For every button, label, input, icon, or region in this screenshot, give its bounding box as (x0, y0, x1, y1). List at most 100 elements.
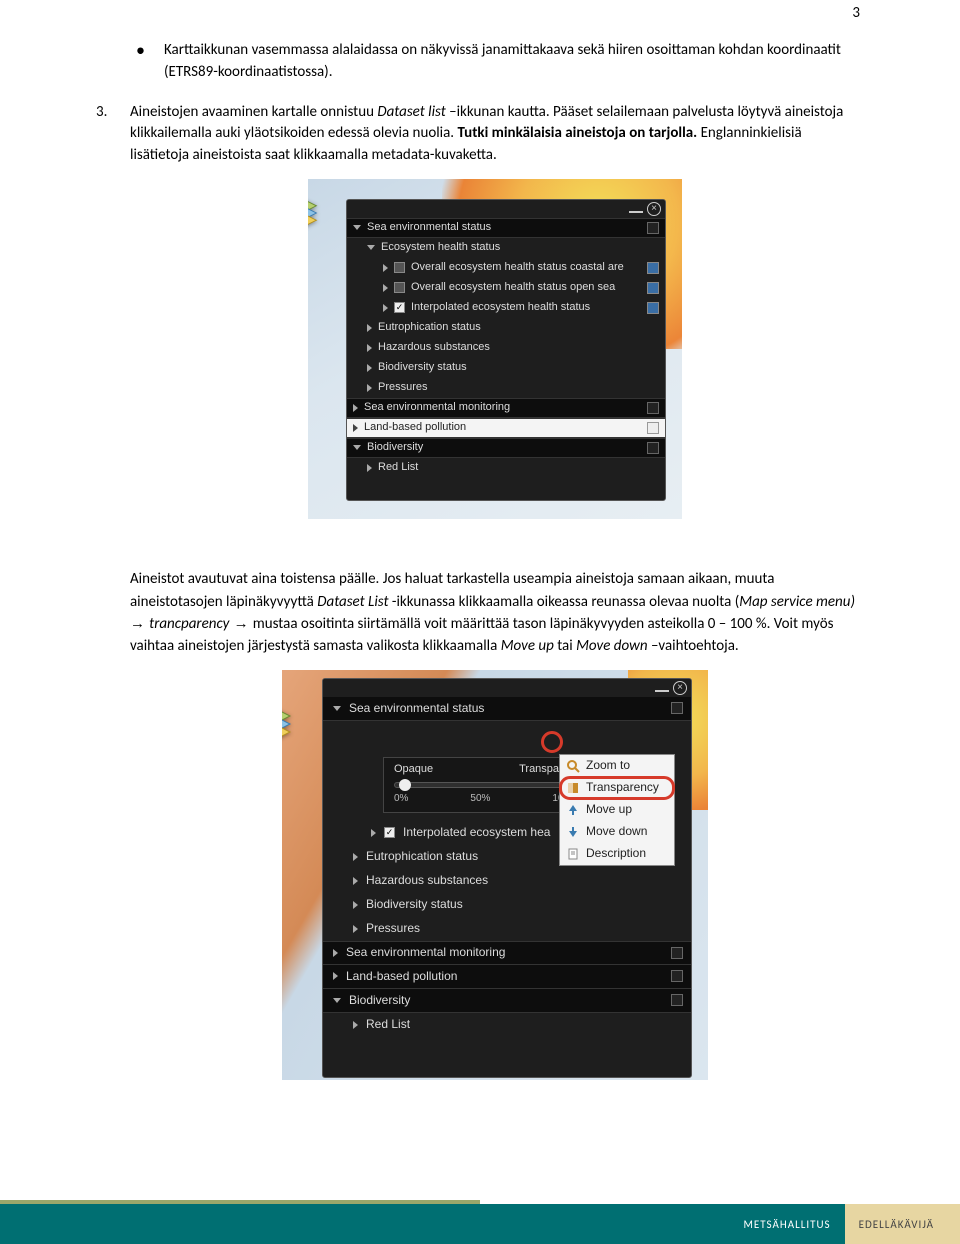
subcat-biodiv-status[interactable]: Biodiversity status (323, 893, 691, 917)
dataset-list-panel-2[interactable]: × Sea environmental status Interpolated … (322, 678, 692, 1078)
layer-open-sea[interactable]: Overall ecosystem health status open sea (347, 278, 665, 298)
bullet-text: Karttaikkunan vasemmassa alalaidassa on … (164, 40, 860, 84)
menu-icon[interactable] (647, 442, 659, 454)
menu-icon[interactable] (671, 702, 683, 714)
expand-icon[interactable] (333, 949, 338, 957)
slider-end-labels: Opaque Transparent (394, 762, 578, 778)
zoom-icon (566, 759, 580, 773)
expand-icon[interactable] (353, 853, 358, 861)
menu-move-down[interactable]: Move down (560, 821, 674, 843)
label: Move down (586, 823, 647, 840)
metadata-icon[interactable] (647, 302, 659, 314)
subcat-pressures[interactable]: Pressures (323, 917, 691, 941)
expand-icon[interactable] (353, 1021, 358, 1029)
expand-icon[interactable] (353, 925, 358, 933)
checkbox[interactable] (394, 282, 405, 293)
menu-icon[interactable] (647, 422, 659, 434)
category-biodiversity[interactable]: Biodiversity (323, 989, 691, 1013)
expand-icon[interactable] (353, 225, 361, 230)
subcat-ecosystem-health[interactable]: Ecosystem health status (347, 238, 665, 258)
expand-icon[interactable] (383, 264, 388, 272)
menu-icon[interactable] (671, 994, 683, 1006)
subcat-hazardous[interactable]: Hazardous substances (347, 338, 665, 358)
expand-icon[interactable] (367, 344, 372, 352)
checkbox-checked[interactable] (384, 827, 395, 838)
category-sea-env-monitoring[interactable]: Sea environmental monitoring (323, 941, 691, 965)
map-service-menu[interactable]: Zoom to Transparency Move up Move down D… (559, 754, 675, 866)
label: Biodiversity (367, 440, 641, 456)
menu-icon[interactable] (647, 222, 659, 234)
transparency-icon (566, 781, 580, 795)
text: tai (554, 637, 576, 655)
expand-icon[interactable] (383, 284, 388, 292)
category-biodiversity[interactable]: Biodiversity (347, 438, 665, 458)
subcat-pressures[interactable]: Pressures (347, 378, 665, 398)
subcat-eutrophication[interactable]: Eutrophication status (347, 318, 665, 338)
menu-zoom-to[interactable]: Zoom to (560, 755, 674, 777)
menu-icon[interactable] (671, 947, 683, 959)
expand-icon[interactable] (353, 404, 358, 412)
menu-icon[interactable] (671, 970, 683, 982)
screenshot-transparency-menu: × Sea environmental status Interpolated … (282, 670, 708, 1080)
layer-coastal[interactable]: Overall ecosystem health status coastal … (347, 258, 665, 278)
footer-bar: METSÄHALLITUS EDELLÄKÄVIJÄ (0, 1204, 960, 1244)
label: Sea environmental monitoring (346, 944, 663, 961)
close-icon[interactable]: × (673, 681, 687, 695)
item3-paragraph: Aineistojen avaaminen kartalle onnistuu … (130, 102, 860, 167)
subcat-redlist[interactable]: Red List (323, 1013, 691, 1037)
menu-description[interactable]: Description (560, 843, 674, 865)
menu-icon[interactable] (647, 402, 659, 414)
minimize-icon[interactable] (629, 205, 643, 213)
expand-icon[interactable] (367, 464, 372, 472)
expand-icon[interactable] (367, 384, 372, 392)
page-footer: METSÄHALLITUS EDELLÄKÄVIJÄ (0, 1198, 960, 1244)
metadata-icon[interactable] (647, 262, 659, 274)
expand-icon[interactable] (333, 998, 341, 1003)
checkbox-checked[interactable] (394, 302, 405, 313)
expand-icon[interactable] (367, 324, 372, 332)
label: Overall ecosystem health status open sea (411, 280, 641, 296)
dataset-list-panel[interactable]: × Sea environmental status Ecosystem hea… (346, 199, 666, 501)
text-italic: Dataset list (377, 103, 445, 121)
label: Description (586, 845, 646, 862)
expand-icon[interactable] (353, 901, 358, 909)
expand-icon[interactable] (367, 364, 372, 372)
expand-icon[interactable] (353, 877, 358, 885)
expand-icon[interactable] (367, 245, 375, 250)
layer-interpolated[interactable]: Interpolated ecosystem health status (347, 298, 665, 318)
menu-transparency[interactable]: Transparency (560, 777, 674, 799)
subcat-biodiv-status[interactable]: Biodiversity status (347, 358, 665, 378)
expand-icon[interactable] (353, 424, 358, 432)
arrow-icon: → (229, 615, 252, 632)
label: Biodiversity (349, 992, 663, 1009)
subcat-hazardous[interactable]: Hazardous substances (323, 869, 691, 893)
subcat-redlist[interactable]: Red List (347, 458, 665, 478)
label: Land-based pollution (346, 968, 663, 985)
layers-icon[interactable] (308, 195, 320, 231)
expand-icon[interactable] (333, 706, 341, 711)
page-number: 3 (852, 4, 860, 22)
category-sea-env-status[interactable]: Sea environmental status (323, 697, 691, 721)
category-land-pollution-selected[interactable]: Land-based pollution (347, 418, 665, 438)
document-icon (566, 847, 580, 861)
layers-icon[interactable] (282, 704, 294, 744)
close-icon[interactable]: × (647, 202, 661, 216)
opaque-label: Opaque (394, 762, 433, 778)
text-bold: Tutki minkälaisia aineistoja on tarjolla… (457, 124, 697, 142)
slider-thumb[interactable] (399, 779, 411, 791)
category-sea-env-status[interactable]: Sea environmental status (347, 218, 665, 238)
transparency-slider[interactable] (394, 782, 578, 788)
minimize-icon[interactable] (655, 684, 669, 692)
metadata-icon[interactable] (647, 282, 659, 294)
menu-move-up[interactable]: Move up (560, 799, 674, 821)
category-land-pollution[interactable]: Land-based pollution (323, 965, 691, 989)
footer-brand: METSÄHALLITUS (729, 1204, 844, 1244)
expand-icon[interactable] (371, 829, 376, 837)
expand-icon[interactable] (333, 972, 338, 980)
text: –vaihtoehtoja. (648, 637, 739, 655)
highlight-circle (541, 731, 563, 753)
expand-icon[interactable] (383, 304, 388, 312)
expand-icon[interactable] (353, 445, 361, 450)
category-sea-env-monitoring[interactable]: Sea environmental monitoring (347, 398, 665, 418)
checkbox[interactable] (394, 262, 405, 273)
